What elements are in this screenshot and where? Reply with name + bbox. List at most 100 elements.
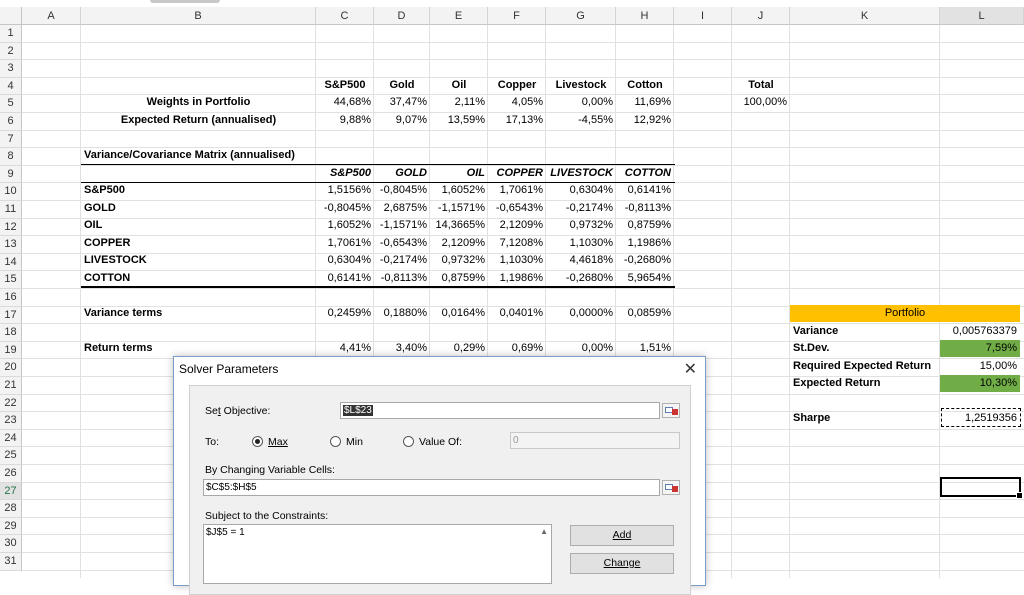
weight-cell[interactable]: 0,00% <box>546 94 616 111</box>
return-term-cell[interactable]: 0,29% <box>430 340 488 357</box>
column-header[interactable]: F <box>488 7 546 25</box>
portfolio-variance-label[interactable]: Variance <box>790 323 940 340</box>
column-header[interactable]: I <box>674 7 732 25</box>
row-header[interactable]: 9 <box>0 165 22 184</box>
row-header[interactable]: 12 <box>0 218 22 237</box>
active-cell-selection[interactable] <box>940 477 1023 499</box>
portfolio-variance-value[interactable]: 0,005763379 <box>940 323 1020 340</box>
total-value[interactable]: 100,00% <box>732 94 790 111</box>
portfolio-required-return-value[interactable]: 15,00% <box>940 358 1020 375</box>
matrix-cell[interactable]: 1,1030% <box>488 252 546 269</box>
column-header[interactable]: H <box>616 7 674 25</box>
row-header[interactable]: 6 <box>0 113 22 131</box>
row-header[interactable]: 31 <box>0 553 22 571</box>
matrix-header-cell[interactable]: GOLD <box>374 165 430 182</box>
matrix-cell[interactable]: -0,8045% <box>316 200 374 217</box>
matrix-cell[interactable]: 5,9654% <box>616 270 674 287</box>
variance-term-cell[interactable]: 0,2459% <box>316 305 374 322</box>
matrix-cell[interactable]: 2,6875% <box>374 200 430 217</box>
portfolio-required-return-label[interactable]: Required Expected Return <box>790 358 940 375</box>
expected-return-cell[interactable]: -4,55% <box>546 112 616 129</box>
variance-term-cell[interactable]: 0,0859% <box>616 305 674 322</box>
matrix-cell[interactable]: 0,6141% <box>616 182 674 199</box>
expected-return-cell[interactable]: 13,59% <box>430 112 488 129</box>
row-header[interactable]: 16 <box>0 289 22 307</box>
matrix-cell[interactable]: 0,6304% <box>546 182 616 199</box>
portfolio-stdev-label[interactable]: St.Dev. <box>790 340 940 357</box>
row-header[interactable]: 22 <box>0 394 22 413</box>
expected-return-cell[interactable]: 9,88% <box>316 112 374 129</box>
column-header[interactable]: K <box>790 7 940 25</box>
column-header[interactable]: G <box>546 7 616 25</box>
constraints-list[interactable]: $J$5 = 1 ▲ <box>203 524 552 584</box>
min-radio[interactable] <box>330 436 341 447</box>
sharpe-label[interactable]: Sharpe <box>790 410 940 427</box>
row-header[interactable]: 29 <box>0 517 22 536</box>
row-header[interactable]: 7 <box>0 130 22 149</box>
header-livestock[interactable]: Livestock <box>546 77 616 94</box>
matrix-header-cell[interactable]: COTTON <box>616 165 674 182</box>
matrix-row-label[interactable]: GOLD <box>81 200 281 217</box>
matrix-cell[interactable]: 0,9732% <box>430 252 488 269</box>
matrix-cell[interactable]: 7,1208% <box>488 235 546 252</box>
return-term-cell[interactable]: 4,41% <box>316 340 374 357</box>
changing-cells-input[interactable]: $C$5:$H$5 <box>203 479 660 496</box>
weight-cell[interactable]: 4,05% <box>488 94 546 111</box>
row-header[interactable]: 3 <box>0 60 22 78</box>
matrix-cell[interactable]: 1,6052% <box>316 217 374 234</box>
matrix-cell[interactable]: -0,8113% <box>616 200 674 217</box>
variance-terms-label[interactable]: Variance terms <box>81 305 281 322</box>
row-header[interactable]: 4 <box>0 77 22 96</box>
matrix-cell[interactable]: 2,1209% <box>488 217 546 234</box>
fill-handle[interactable] <box>1016 492 1023 499</box>
row-header[interactable]: 21 <box>0 377 22 395</box>
row-header[interactable]: 10 <box>0 183 22 201</box>
row-header[interactable]: 27 <box>0 482 22 501</box>
close-icon[interactable]: ✕ <box>684 359 697 379</box>
matrix-title[interactable]: Variance/Covariance Matrix (annualised) <box>81 147 341 164</box>
matrix-header-cell[interactable]: S&P500 <box>316 165 374 182</box>
row-header[interactable]: 28 <box>0 500 22 518</box>
row-header[interactable]: 20 <box>0 359 22 377</box>
matrix-row-label[interactable]: LIVESTOCK <box>81 252 281 269</box>
sharpe-value[interactable]: 1,2519356 <box>940 410 1020 427</box>
matrix-cell[interactable]: 1,7061% <box>488 182 546 199</box>
matrix-cell[interactable]: 4,4618% <box>546 252 616 269</box>
matrix-cell[interactable]: 1,5156% <box>316 182 374 199</box>
return-terms-label[interactable]: Return terms <box>81 340 281 357</box>
matrix-cell[interactable]: 0,8759% <box>616 217 674 234</box>
matrix-cell[interactable]: -1,1571% <box>374 217 430 234</box>
weight-cell[interactable]: 37,47% <box>374 94 430 111</box>
matrix-row-label[interactable]: COPPER <box>81 235 281 252</box>
matrix-cell[interactable]: -1,1571% <box>430 200 488 217</box>
matrix-cell[interactable]: -0,8113% <box>374 270 430 287</box>
row-header[interactable]: 30 <box>0 535 22 553</box>
matrix-cell[interactable]: 0,6304% <box>316 252 374 269</box>
column-header[interactable]: A <box>22 7 81 25</box>
row-header[interactable]: 24 <box>0 429 22 448</box>
matrix-row-label[interactable]: S&P500 <box>81 182 281 199</box>
row-header[interactable]: 14 <box>0 253 22 272</box>
matrix-cell[interactable]: -0,2174% <box>374 252 430 269</box>
change-button[interactable]: Change <box>570 553 674 574</box>
weight-cell[interactable]: 44,68% <box>316 94 374 111</box>
value-of-input[interactable]: 0 <box>510 432 680 449</box>
matrix-cell[interactable]: 1,7061% <box>316 235 374 252</box>
row-header[interactable]: 2 <box>0 42 22 61</box>
add-button[interactable]: Add <box>570 525 674 546</box>
weight-cell[interactable]: 2,11% <box>430 94 488 111</box>
row-header[interactable]: 11 <box>0 201 22 219</box>
row-header[interactable]: 18 <box>0 324 22 342</box>
matrix-cell[interactable]: 0,9732% <box>546 217 616 234</box>
column-header[interactable]: B <box>81 7 316 25</box>
expected-return-cell[interactable]: 12,92% <box>616 112 674 129</box>
weight-cell[interactable]: 11,69% <box>616 94 674 111</box>
matrix-cell[interactable]: 2,1209% <box>430 235 488 252</box>
expected-return-cell[interactable]: 17,13% <box>488 112 546 129</box>
matrix-cell[interactable]: 14,3665% <box>430 217 488 234</box>
matrix-header-cell[interactable]: COPPER <box>488 165 546 182</box>
header-gold[interactable]: Gold <box>374 77 430 94</box>
constraint-item[interactable]: $J$5 = 1 <box>206 527 245 538</box>
objective-collapse-icon[interactable] <box>662 403 680 418</box>
matrix-row-label[interactable]: COTTON <box>81 270 281 287</box>
